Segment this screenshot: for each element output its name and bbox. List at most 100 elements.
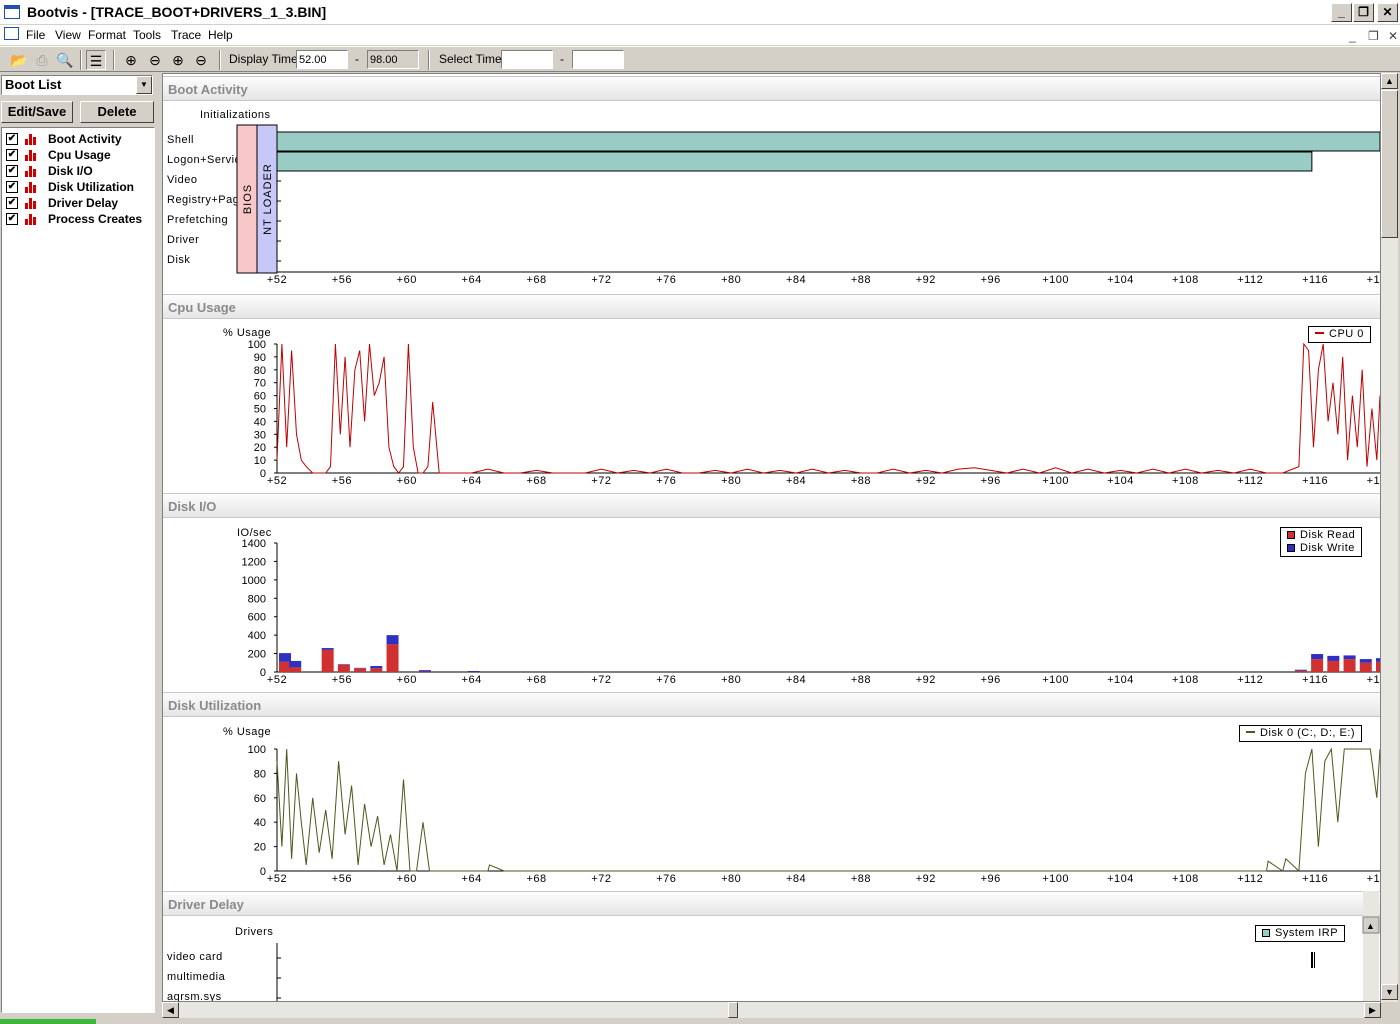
graph-item-label: Cpu Usage — [48, 148, 111, 162]
activity-bar — [276, 131, 1380, 152]
x-tick-label: +104 — [1107, 674, 1134, 686]
x-tick-label: +100 — [1042, 674, 1069, 686]
bar-chart-icon — [24, 150, 38, 161]
print-preview-icon[interactable]: 🔍 — [55, 50, 75, 70]
disk-read-bar — [354, 668, 367, 672]
menu-trace[interactable]: Trace — [171, 28, 201, 42]
x-tick-label: +92 — [916, 873, 936, 885]
legend-label-read: Disk Read — [1300, 529, 1356, 541]
mdi-restore-button[interactable]: ❐ — [1368, 29, 1379, 43]
x-tick-label: +108 — [1172, 274, 1199, 286]
x-tick-label: +88 — [851, 475, 871, 487]
boot-activity-chart: BIOS NT LOADER +52 +56 +60 +64 +68 +72 +76 +80 +… — [236, 124, 1381, 286]
disk-write-bar — [386, 635, 399, 645]
menu-help[interactable]: Help — [208, 28, 233, 42]
checkbox[interactable]: ✔ — [6, 197, 18, 209]
display-time-from-input[interactable] — [296, 50, 348, 69]
zoom-in-icon[interactable]: ⊕ — [168, 50, 188, 70]
mdi-minimize-button[interactable]: _ — [1349, 29, 1356, 43]
minimize-button[interactable]: _ — [1331, 3, 1352, 22]
inner-scrollbar[interactable] — [1363, 891, 1379, 1002]
close-button[interactable]: ✕ — [1377, 3, 1398, 22]
mdi-close-button[interactable]: ✕ — [1388, 29, 1398, 43]
chevron-down-icon[interactable]: ▼ — [136, 76, 152, 94]
x-tick-label: +80 — [721, 274, 741, 286]
x-tick-label: +64 — [462, 274, 482, 286]
menu-tools[interactable]: Tools — [133, 28, 161, 42]
x-tick-label: +60 — [397, 475, 417, 487]
disk-write-bar — [321, 648, 334, 650]
x-tick-label: +88 — [851, 274, 871, 286]
select-time-to-input[interactable] — [572, 50, 624, 69]
y-tick-label: 100 — [248, 744, 266, 756]
disk-utilization-panel: Disk Utilization % Usage 0 20 40 60 80 100 +52… — [163, 692, 1381, 891]
bar-chart-icon — [24, 182, 38, 193]
zoom-out-icon[interactable]: ⊖ — [191, 50, 211, 70]
checkbox[interactable]: ✔ — [6, 133, 18, 145]
y-tick-label: 10 — [254, 455, 266, 467]
boot-activity-panel: Boot Activity Initializations Shell Logo… — [163, 76, 1381, 294]
x-tick-label: +100 — [1042, 873, 1069, 885]
boot-list-combo[interactable]: Boot List ▼ — [1, 75, 153, 95]
list-view-icon[interactable]: ☰ — [86, 50, 106, 70]
disk-read-bar — [1294, 670, 1307, 672]
legend-label-write: Disk Write — [1300, 542, 1355, 554]
x-tick-label: +60 — [397, 674, 417, 686]
checkbox[interactable]: ✔ — [6, 181, 18, 193]
menu-file[interactable]: File — [26, 28, 45, 42]
scroll-up-button[interactable]: ▲ — [1381, 73, 1398, 89]
menu-view[interactable]: View — [55, 28, 81, 42]
nt-loader-label: NT LOADER — [262, 163, 274, 235]
select-time-from-input[interactable] — [501, 50, 553, 69]
toolbar: 📂 ⎙ 🔍 ☰ ⊕ ⊖ ⊕ ⊖ Display Time - Select Ti… — [0, 46, 1400, 72]
menu-format[interactable]: Format — [88, 28, 126, 42]
x-tick-label: +120 — [1367, 274, 1381, 286]
x-tick-label: +100 — [1042, 274, 1069, 286]
scroll-thumb[interactable] — [1381, 90, 1398, 238]
disk-read-bar — [337, 664, 350, 672]
zoom-out-all-icon[interactable]: ⊖ — [145, 50, 165, 70]
y-tick-label: 1400 — [242, 538, 266, 550]
x-tick-label: +76 — [656, 873, 676, 885]
delete-button[interactable]: Delete — [80, 101, 154, 123]
x-tick-label: +120 — [1367, 475, 1381, 487]
scroll-right-button[interactable]: ▶ — [1364, 1002, 1381, 1018]
display-time-to-input[interactable] — [367, 50, 419, 69]
x-tick-label: +116 — [1302, 475, 1328, 487]
x-tick-label: +64 — [462, 674, 482, 686]
scroll-down-button[interactable]: ▼ — [1381, 984, 1398, 1000]
edit-save-button[interactable]: Edit/Save — [1, 101, 73, 123]
legend: CPU 0 — [1308, 326, 1371, 343]
legend: System IRP — [1255, 925, 1346, 942]
open-folder-icon[interactable]: 📂 — [9, 50, 29, 70]
x-tick-label: +116 — [1302, 873, 1328, 885]
horizontal-scrollbar[interactable]: ◀ ▶ — [162, 1002, 1381, 1018]
x-tick-label: +104 — [1107, 274, 1134, 286]
y-tick-label: 600 — [248, 612, 266, 624]
y-tick-label: 0 — [260, 667, 266, 679]
x-tick-label: +84 — [786, 475, 806, 487]
y-tick-label: 80 — [254, 768, 266, 780]
x-tick-label: +64 — [462, 475, 482, 487]
vertical-scrollbar[interactable]: ▲ ▼ — [1381, 73, 1398, 1002]
x-tick-label: +76 — [656, 274, 676, 286]
checkbox[interactable]: ✔ — [6, 165, 18, 177]
restore-button[interactable]: ❐ — [1353, 3, 1374, 22]
disk-read-bar — [370, 668, 383, 672]
disk-read-bar — [279, 661, 291, 672]
y-tick-label: 50 — [254, 404, 266, 416]
bar-chart-icon — [24, 134, 38, 145]
checkbox[interactable]: ✔ — [6, 149, 18, 161]
scroll-left-button[interactable]: ◀ — [162, 1002, 179, 1018]
graph-item-label: Process Creates — [48, 212, 143, 226]
x-tick-label: +80 — [721, 674, 741, 686]
x-tick-label: +112 — [1237, 674, 1263, 686]
zoom-fit-icon[interactable]: ⊕ — [121, 50, 141, 70]
legend-label: CPU 0 — [1329, 328, 1364, 340]
checkbox[interactable]: ✔ — [6, 213, 18, 225]
print-icon[interactable]: ⎙ — [32, 50, 52, 70]
scroll-thumb[interactable] — [728, 1002, 738, 1018]
x-tick-label: +104 — [1107, 873, 1134, 885]
x-tick-label: +120 — [1367, 873, 1381, 885]
x-tick-label: +72 — [591, 674, 611, 686]
